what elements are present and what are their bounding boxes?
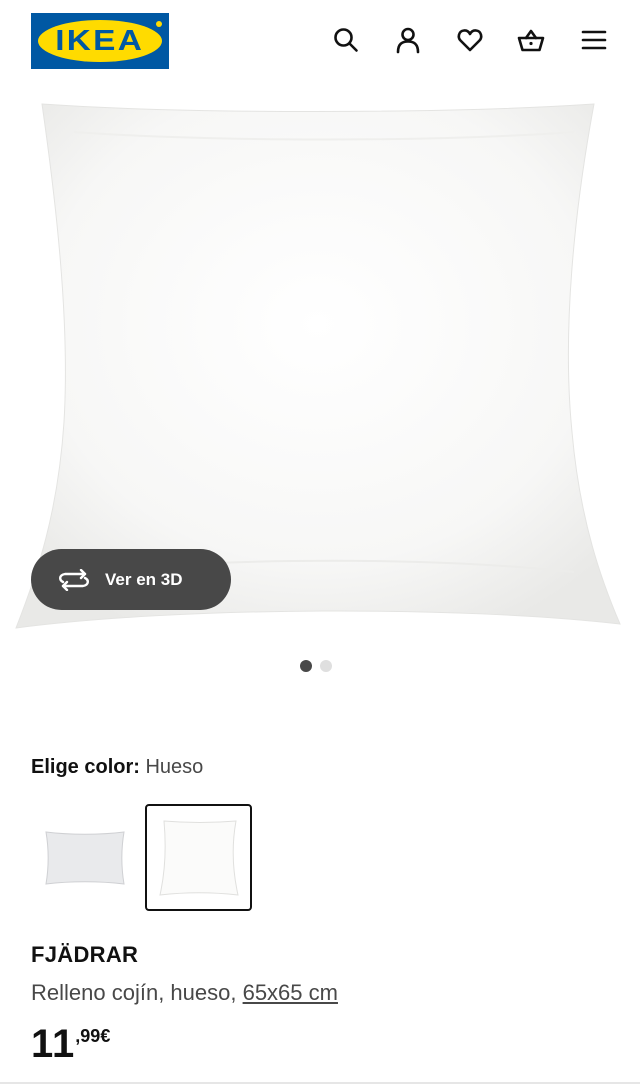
product-name: FJÄDRAR — [31, 942, 139, 967]
carousel-dot-2[interactable] — [320, 660, 332, 672]
price-decimal: ,99€ — [75, 1026, 111, 1046]
menu-icon[interactable] — [576, 22, 612, 58]
product-description-text: Relleno cojín, hueso, — [31, 980, 243, 1005]
color-label: Elige color: — [31, 756, 140, 778]
rotate-360-icon — [57, 568, 91, 591]
carousel-dot-1[interactable] — [300, 660, 312, 672]
logo-oval: IKEA — [38, 20, 162, 62]
product-description: Relleno cojín, hueso, 65x65 cm — [31, 980, 338, 1006]
view-3d-button[interactable]: Ver en 3D — [31, 549, 231, 610]
user-icon[interactable] — [390, 22, 426, 58]
basket-icon[interactable] — [513, 22, 549, 58]
carousel-indicator — [300, 660, 332, 672]
color-swatch-rectangular[interactable] — [31, 804, 138, 911]
product-size-link[interactable]: 65x65 cm — [243, 980, 338, 1005]
color-value: Hueso — [145, 756, 204, 778]
product-price: 11 ,99€ — [31, 1022, 110, 1066]
site-header: IKEA — [0, 0, 640, 82]
price-integer: 11 — [31, 1022, 76, 1066]
registered-mark — [156, 21, 162, 27]
view-3d-label: Ver en 3D — [105, 569, 183, 589]
heart-icon[interactable] — [452, 22, 488, 58]
search-icon[interactable] — [328, 22, 364, 58]
ikea-logo[interactable]: IKEA — [31, 13, 169, 69]
color-selector-label: Elige color: Hueso — [31, 756, 203, 779]
divider — [0, 1082, 640, 1084]
logo-text: IKEA — [55, 24, 145, 57]
color-swatch-square[interactable] — [145, 804, 252, 911]
